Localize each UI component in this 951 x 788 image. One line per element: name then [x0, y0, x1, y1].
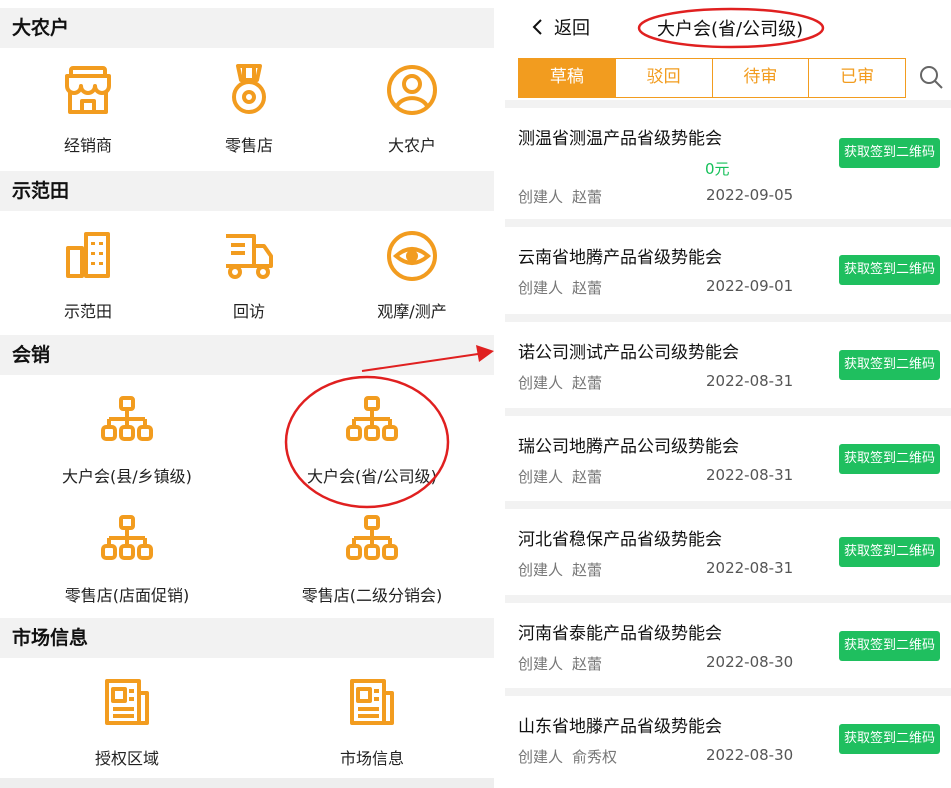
- top-bar: 返回 大户会(省/公司级): [505, 0, 951, 55]
- tab-rejected[interactable]: 驳回: [614, 59, 712, 97]
- creator-label: 创建人: [518, 655, 564, 673]
- get-qr-code-button[interactable]: 获取签到二维码: [839, 631, 940, 661]
- tile-label: 大户会(县/乡镇级): [62, 467, 192, 486]
- tile-label: 市场信息: [339, 749, 404, 768]
- tile-label: 经销商: [63, 136, 112, 155]
- org-chart-icon: [344, 512, 400, 568]
- record-date: 2022-08-31: [706, 372, 794, 390]
- tile-retail-promo[interactable]: 零售店(店面促销): [47, 512, 207, 606]
- tile-retail-store[interactable]: 零售店: [169, 62, 329, 156]
- creator-label: 创建人: [518, 374, 564, 392]
- page-title: 大户会(省/公司级): [657, 19, 804, 40]
- creator-label: 创建人: [518, 279, 564, 297]
- section-title-market-info: 市场信息: [0, 618, 494, 658]
- creator-name: 俞秀权: [572, 748, 618, 766]
- tile-label: 零售店(二级分销会): [301, 586, 443, 605]
- status-tabs: 草稿 驳回 待审 已审: [518, 58, 906, 98]
- tile-retail-distribution[interactable]: 零售店(二级分销会): [292, 512, 452, 606]
- record-amount: 0元: [705, 160, 730, 178]
- list-item[interactable]: 瑞公司地腾产品公司级势能会 创建人 赵蕾 2022-08-31 获取签到二维码: [505, 408, 951, 501]
- tile-authorized-area[interactable]: 授权区域: [47, 675, 207, 769]
- tile-dealer[interactable]: 经销商: [8, 62, 168, 156]
- tab-draft[interactable]: 草稿: [519, 59, 615, 97]
- get-qr-code-button[interactable]: 获取签到二维码: [839, 444, 940, 474]
- get-qr-code-button[interactable]: 获取签到二维码: [839, 724, 940, 754]
- org-chart-icon: [344, 393, 400, 449]
- truck-icon: [221, 228, 277, 284]
- left-panel: 大农户 经销商 零售店 大农户 示范田 示范田 回访 观摩/测产 会销 大户会(…: [0, 0, 494, 788]
- tab-pending[interactable]: 待审: [711, 59, 809, 97]
- news-icon: [99, 675, 155, 731]
- tile-big-farmer[interactable]: 大农户: [332, 62, 492, 156]
- list-item[interactable]: 河南省泰能产品省级势能会 创建人 赵蕾 2022-08-30 获取签到二维码: [505, 595, 951, 688]
- record-name: 瑞公司地腾产品公司级势能会: [518, 437, 739, 457]
- list-item[interactable]: 测温省测温产品省级势能会 0元 创建人 赵蕾 2022-09-05 获取签到二维…: [505, 100, 951, 219]
- tile-label: 零售店: [224, 136, 273, 155]
- org-chart-icon: [99, 393, 155, 449]
- tile-label: 大户会(省/公司级): [307, 467, 437, 486]
- creator-name: 赵蕾: [572, 188, 603, 206]
- building-icon: [60, 228, 116, 284]
- get-qr-code-button[interactable]: 获取签到二维码: [839, 350, 940, 380]
- bottom-divider: [0, 778, 494, 788]
- eye-icon: [384, 228, 440, 284]
- tile-meeting-province[interactable]: 大户会(省/公司级): [292, 393, 452, 487]
- creator-label: 创建人: [518, 561, 564, 579]
- creator-label: 创建人: [518, 748, 564, 766]
- record-name: 山东省地滕产品省级势能会: [518, 717, 722, 737]
- tile-revisit[interactable]: 回访: [169, 228, 329, 322]
- tile-label: 观摩/测产: [377, 302, 447, 321]
- record-date: 2022-09-05: [706, 186, 794, 204]
- tile-label: 回访: [232, 302, 265, 321]
- user-circle-icon: [384, 62, 440, 118]
- tile-label: 示范田: [63, 302, 112, 321]
- tile-label: 零售店(店面促销): [64, 586, 190, 605]
- creator-name: 赵蕾: [572, 279, 603, 297]
- news-icon: [344, 675, 400, 731]
- record-date: 2022-08-31: [706, 466, 794, 484]
- medal-icon: [221, 62, 277, 118]
- record-date: 2022-08-30: [706, 653, 794, 671]
- store-icon: [60, 62, 116, 118]
- tile-meeting-county[interactable]: 大户会(县/乡镇级): [47, 393, 207, 487]
- section-title-demo-field: 示范田: [0, 171, 494, 211]
- tile-label: 授权区域: [94, 749, 159, 768]
- record-name: 河北省稳保产品省级势能会: [518, 530, 722, 550]
- record-date: 2022-08-31: [706, 559, 794, 577]
- back-button[interactable]: 返回: [530, 14, 590, 40]
- record-date: 2022-08-30: [706, 746, 794, 764]
- creator-label: 创建人: [518, 188, 564, 206]
- creator-label: 创建人: [518, 468, 564, 486]
- search-icon[interactable]: [918, 64, 944, 90]
- get-qr-code-button[interactable]: 获取签到二维码: [839, 537, 940, 567]
- get-qr-code-button[interactable]: 获取签到二维码: [839, 138, 940, 168]
- tile-market-info[interactable]: 市场信息: [292, 675, 452, 769]
- record-name: 云南省地腾产品省级势能会: [518, 248, 722, 268]
- section-title-farmer: 大农户: [0, 8, 494, 48]
- creator-name: 赵蕾: [572, 468, 603, 486]
- list-item[interactable]: 河北省稳保产品省级势能会 创建人 赵蕾 2022-08-31 获取签到二维码: [505, 501, 951, 595]
- creator-name: 赵蕾: [572, 561, 603, 579]
- tab-approved[interactable]: 已审: [808, 59, 905, 97]
- record-name: 测温省测温产品省级势能会: [518, 129, 722, 149]
- record-name: 河南省泰能产品省级势能会: [518, 624, 722, 644]
- creator-name: 赵蕾: [572, 655, 603, 673]
- org-chart-icon: [99, 512, 155, 568]
- tile-observe[interactable]: 观摩/测产: [332, 228, 492, 322]
- get-qr-code-button[interactable]: 获取签到二维码: [839, 255, 940, 285]
- chevron-left-icon: [532, 19, 542, 35]
- tile-demo-field[interactable]: 示范田: [8, 228, 168, 322]
- list-item[interactable]: 山东省地滕产品省级势能会 创建人 俞秀权 2022-08-30 获取签到二维码: [505, 688, 951, 788]
- back-label: 返回: [554, 18, 590, 39]
- creator-name: 赵蕾: [572, 374, 603, 392]
- right-panel: 返回 大户会(省/公司级) 草稿 驳回 待审 已审 测温省测温产品省级势能会 0…: [505, 0, 951, 788]
- section-title-meeting-sales: 会销: [0, 335, 494, 375]
- record-date: 2022-09-01: [706, 277, 794, 295]
- list-item[interactable]: 云南省地腾产品省级势能会 创建人 赵蕾 2022-09-01 获取签到二维码: [505, 219, 951, 314]
- record-name: 诺公司测试产品公司级势能会: [518, 343, 739, 363]
- tile-label: 大农户: [387, 136, 436, 155]
- list-item[interactable]: 诺公司测试产品公司级势能会 创建人 赵蕾 2022-08-31 获取签到二维码: [505, 314, 951, 408]
